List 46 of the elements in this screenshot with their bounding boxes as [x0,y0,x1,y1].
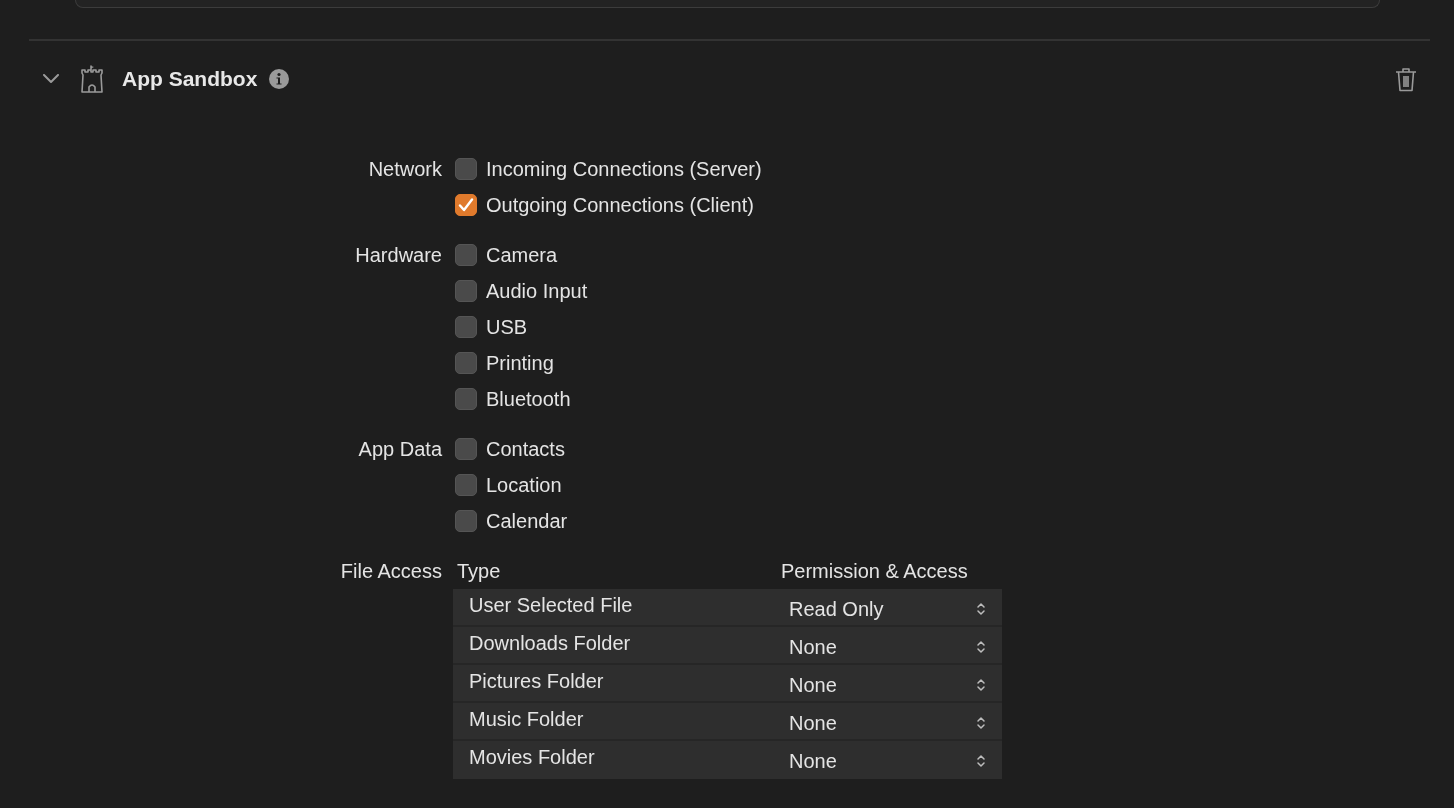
checkbox[interactable] [455,280,477,302]
checkbox[interactable] [455,158,477,180]
group-label: Network [368,157,442,182]
permission-popup[interactable]: None [781,708,1002,738]
checkbox-label: USB [486,315,528,339]
checkbox[interactable] [455,510,477,532]
updown-icon [976,639,986,655]
permission-popup[interactable]: None [781,632,1002,662]
table-cell-text: Movies Folder [468,746,596,769]
column-header: Type [456,559,502,583]
castle-icon [79,65,105,93]
permission-popup[interactable]: None [781,746,1002,776]
checkbox-label: Printing [486,351,554,375]
table-cell-text: Pictures Folder [468,670,605,693]
checkbox[interactable] [455,352,477,374]
group-label: Hardware [355,243,442,268]
checkbox-label: Bluetooth [486,387,571,411]
checkbox-label: Audio Input [486,279,588,303]
section-title: App Sandbox [122,67,258,91]
checkbox[interactable] [455,438,477,460]
updown-icon [976,601,986,617]
checkbox[interactable] [455,388,477,410]
checkbox[interactable] [455,316,477,338]
trash-icon[interactable] [1395,66,1417,92]
info-icon[interactable] [269,69,290,89]
checkbox-label: Location [486,473,562,497]
permission-popup[interactable]: None [781,670,1002,700]
checkbox-label: Outgoing Connections (Client) [486,193,754,217]
updown-icon [976,677,986,693]
permission-popup[interactable]: Read Only [781,594,1002,624]
checkbox[interactable] [455,194,477,216]
checkbox-label: Incoming Connections (Server) [486,157,762,181]
checkbox-label: Calendar [486,509,568,533]
checkbox-label: Contacts [486,437,565,461]
checkbox[interactable] [455,474,477,496]
checkbox-label: Camera [486,243,558,267]
table-cell-text: Downloads Folder [468,632,632,655]
table-cell-text: User Selected File [468,594,634,617]
table-cell-text: Music Folder [468,708,585,731]
group-label: App Data [358,437,442,462]
updown-icon [976,753,986,769]
column-header: Permission & Access [781,559,968,583]
checkbox[interactable] [455,244,477,266]
updown-icon [976,715,986,731]
chevron-icon[interactable] [42,74,60,84]
group-label: File Access [340,559,442,584]
